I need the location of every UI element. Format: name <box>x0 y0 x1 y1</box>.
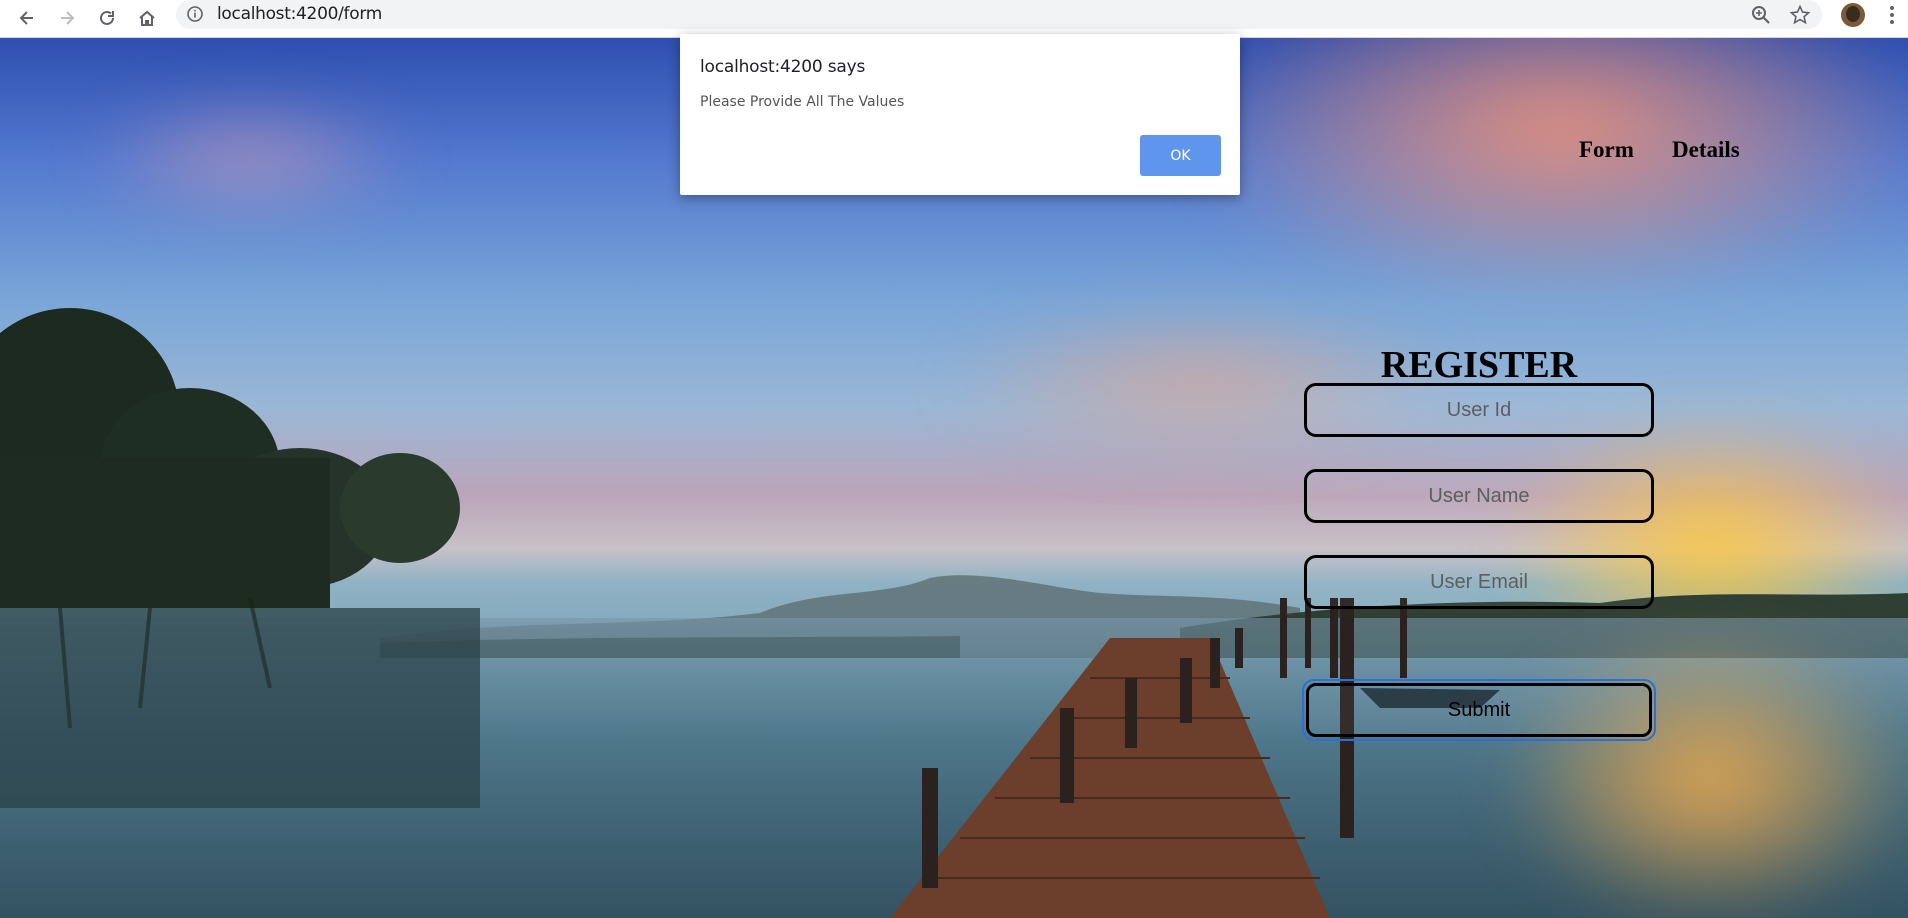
home-icon[interactable] <box>132 3 162 33</box>
address-bar[interactable]: localhost:4200/form <box>176 0 1822 29</box>
back-icon[interactable] <box>12 3 42 33</box>
info-icon[interactable] <box>186 5 204 23</box>
forward-icon[interactable] <box>52 3 82 33</box>
bookmark-star-icon[interactable] <box>1789 4 1811 26</box>
browser-toolbar: localhost:4200/form <box>0 0 1908 38</box>
nav-link-form[interactable]: Form <box>1579 137 1634 163</box>
submit-button[interactable]: Submit <box>1306 683 1652 737</box>
zoom-icon[interactable] <box>1750 4 1772 26</box>
wooden-pier <box>890 598 1500 918</box>
user-name-field <box>1304 469 1654 523</box>
user-name-input[interactable] <box>1307 471 1651 521</box>
user-email-input[interactable] <box>1307 557 1651 607</box>
alert-ok-button[interactable]: OK <box>1140 135 1221 176</box>
user-id-input[interactable] <box>1307 385 1651 435</box>
alert-message: Please Provide All The Values <box>700 94 905 110</box>
more-menu-icon[interactable] <box>1889 4 1895 26</box>
nav-link-details[interactable]: Details <box>1672 137 1740 163</box>
sunset-glow <box>1180 38 1908 298</box>
user-email-field <box>1304 555 1654 609</box>
cloud-glow <box>80 98 420 218</box>
sun-reflection <box>1500 628 1908 918</box>
alert-title: localhost:4200 says <box>700 57 866 77</box>
reload-icon[interactable] <box>92 3 122 33</box>
profile-avatar[interactable] <box>1841 3 1865 27</box>
register-heading: REGISTER <box>1380 344 1578 386</box>
alert-dialog: localhost:4200 says Please Provide All T… <box>680 34 1240 195</box>
url-text: localhost:4200/form <box>217 4 382 24</box>
submit-focus-ring: Submit <box>1302 679 1656 741</box>
mangrove-trees <box>0 308 480 808</box>
user-id-field <box>1304 383 1654 437</box>
